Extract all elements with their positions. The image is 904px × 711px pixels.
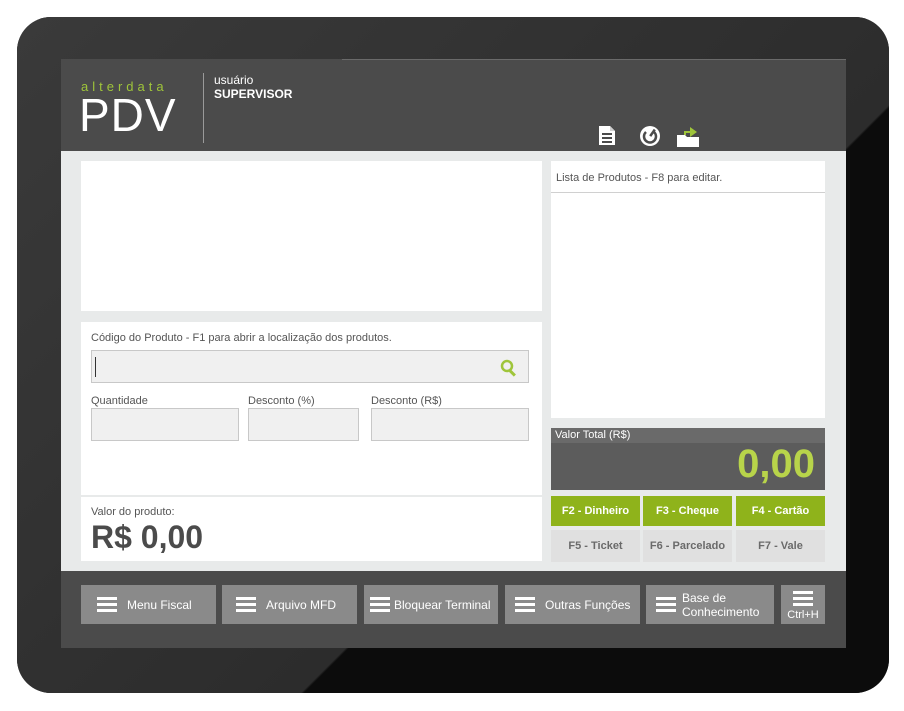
document-icon[interactable] bbox=[595, 123, 621, 149]
total-box: Valor Total (R$) 0,00 bbox=[551, 428, 825, 490]
product-entry-panel: Código do Produto - F1 para abrir a loca… bbox=[81, 322, 542, 495]
product-value: R$ 0,00 bbox=[91, 519, 204, 555]
ticket-button[interactable]: F5 - Ticket bbox=[551, 530, 640, 562]
fiscal-menu-label: Menu Fiscal bbox=[127, 597, 192, 612]
other-functions-button[interactable]: Outras Funções bbox=[505, 585, 640, 624]
installments-button[interactable]: F6 - Parcelado bbox=[643, 530, 732, 562]
product-code-input[interactable] bbox=[91, 350, 529, 383]
menu-icon bbox=[793, 588, 813, 609]
mfd-file-label: Arquivo MFD bbox=[266, 597, 337, 612]
power-icon[interactable] bbox=[637, 123, 663, 149]
total-value: 0,00 bbox=[737, 442, 815, 486]
product-code-label: Código do Produto - F1 para abrir a loca… bbox=[91, 332, 392, 344]
quantity-input[interactable] bbox=[91, 408, 239, 441]
user-name: SUPERVISOR bbox=[214, 87, 293, 101]
header-divider bbox=[203, 73, 204, 143]
footer-toolbar: Menu Fiscal Arquivo MFD Bloquear Termina… bbox=[61, 571, 846, 648]
product-list-label: Lista de Produtos - F8 para editar. bbox=[556, 172, 723, 184]
product-image-panel bbox=[81, 161, 542, 311]
search-icon[interactable] bbox=[500, 359, 518, 377]
knowledge-base-button[interactable]: Base de Conhecimento bbox=[646, 585, 774, 624]
discount-value-input[interactable] bbox=[371, 408, 529, 441]
shortcut-button[interactable]: Ctrl+H bbox=[781, 585, 825, 624]
menu-icon bbox=[97, 594, 117, 615]
export-icon[interactable] bbox=[675, 123, 701, 149]
shortcut-label: Ctrl+H bbox=[787, 609, 819, 621]
discount-pct-input[interactable] bbox=[248, 408, 359, 441]
menu-icon bbox=[656, 594, 676, 615]
cash-button[interactable]: F2 - Dinheiro bbox=[551, 496, 640, 526]
product-value-panel: Valor do produto: R$ 0,00 bbox=[81, 497, 542, 561]
knowledge-base-label-2: Conhecimento bbox=[682, 604, 760, 619]
product-list-panel[interactable]: Lista de Produtos - F8 para editar. bbox=[551, 161, 825, 418]
check-button[interactable]: F3 - Cheque bbox=[643, 496, 732, 526]
fiscal-menu-button[interactable]: Menu Fiscal bbox=[81, 585, 216, 624]
brand-logo: PDV bbox=[79, 89, 177, 141]
lock-terminal-button[interactable]: Bloquear Terminal bbox=[364, 585, 498, 624]
knowledge-base-label-1: Base de bbox=[682, 590, 727, 605]
discount-pct-label: Desconto (%) bbox=[248, 395, 315, 407]
product-value-label: Valor do produto: bbox=[91, 506, 175, 518]
other-functions-label: Outras Funções bbox=[545, 597, 631, 612]
user-label: usuário bbox=[214, 73, 254, 87]
menu-icon bbox=[370, 594, 390, 615]
card-button[interactable]: F4 - Cartão bbox=[736, 496, 825, 526]
voucher-button[interactable]: F7 - Vale bbox=[736, 530, 825, 562]
total-label: Valor Total (R$) bbox=[551, 428, 825, 443]
menu-icon bbox=[515, 594, 535, 615]
discount-value-label: Desconto (R$) bbox=[371, 395, 442, 407]
mfd-file-button[interactable]: Arquivo MFD bbox=[222, 585, 357, 624]
lock-terminal-label: Bloquear Terminal bbox=[394, 597, 491, 612]
quantity-label: Quantidade bbox=[91, 395, 148, 407]
menu-icon bbox=[236, 594, 256, 615]
header-bar: alterdata PDV usuário SUPERVISOR bbox=[61, 59, 846, 151]
product-list-divider bbox=[551, 192, 825, 193]
app-screen: alterdata PDV usuário SUPERVISOR Código … bbox=[61, 59, 846, 648]
